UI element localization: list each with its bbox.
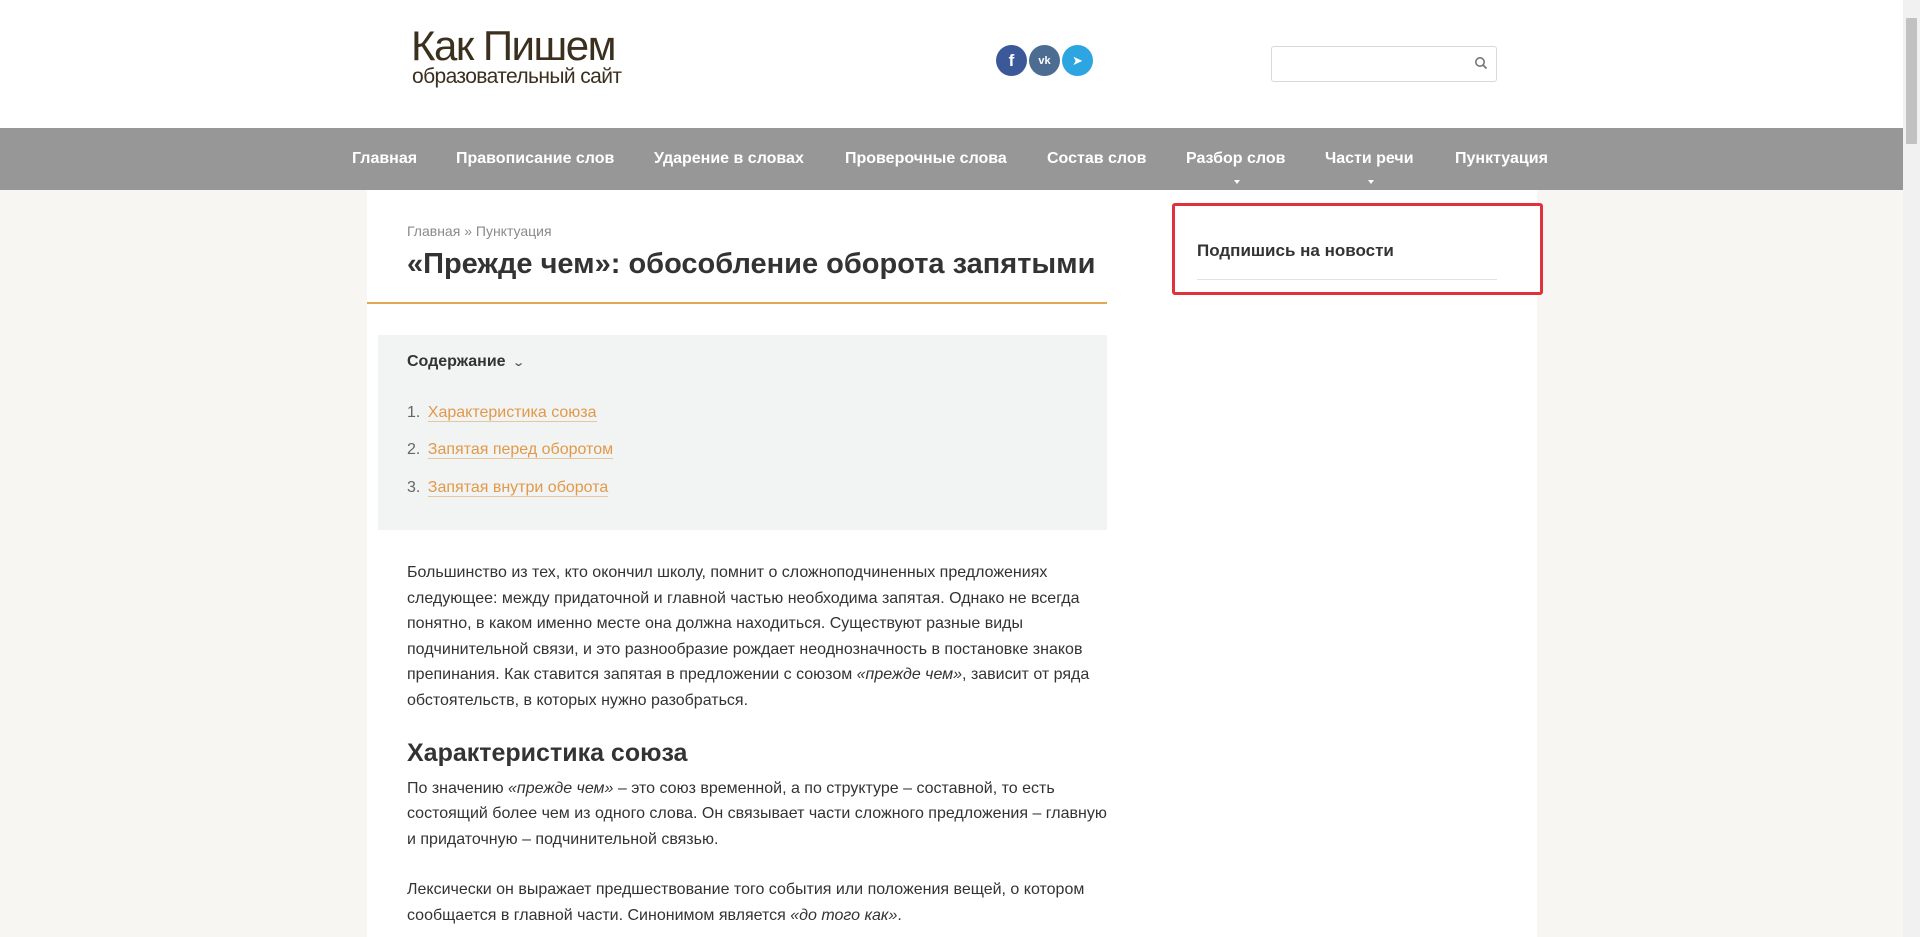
search-icon[interactable] — [1474, 56, 1488, 70]
chevron-down-icon: ⌄ — [511, 356, 525, 369]
table-of-contents: Содержание ⌄ 1. Характеристика союза 2. … — [378, 335, 1107, 530]
text-run: Лексически он выражает предшествование т… — [407, 881, 1085, 924]
logo-title: Как Пишем — [411, 22, 616, 69]
search-input[interactable] — [1271, 46, 1497, 82]
intro-paragraph: Большинство из тех, кто окончил школу, п… — [407, 560, 1117, 713]
breadcrumb-current[interactable]: Пунктуация — [476, 223, 552, 239]
social-links: f vk ➤ — [996, 45, 1093, 76]
content-area: Главная » Пунктуация «Прежде чем»: обосо… — [367, 190, 1537, 937]
site-logo[interactable]: Как Пишем образовательный сайт — [411, 22, 622, 88]
text-run: . — [897, 906, 902, 924]
toc-link-characteristic[interactable]: Характеристика союза — [427, 404, 597, 422]
nav-item-check-words[interactable]: Проверочные слова — [845, 150, 1007, 168]
submenu-caret-icon — [1234, 180, 1240, 184]
facebook-icon[interactable]: f — [996, 45, 1027, 76]
section-paragraph: По значению «прежде чем» – это союз врем… — [407, 776, 1117, 853]
scrollbar-thumb[interactable] — [1906, 18, 1917, 144]
emphasis: «до того как» — [790, 906, 898, 924]
toc-item: 3. Запятая внутри оборота — [407, 479, 609, 497]
toc-item: 1. Характеристика союза — [407, 404, 597, 422]
section-paragraph: Лексически он выражает предшествование т… — [407, 877, 1117, 928]
page-title: «Прежде чем»: обособление оборота запяты… — [407, 248, 1096, 280]
emphasis: «прежде чем» — [508, 779, 614, 797]
nav-item-home[interactable]: Главная — [352, 150, 417, 168]
nav-item-parts-of-speech[interactable]: Части речи — [1325, 150, 1414, 168]
text-run: По значению — [407, 779, 509, 797]
breadcrumb: Главная » Пунктуация — [407, 223, 552, 239]
title-divider — [367, 302, 1107, 304]
nav-item-spelling[interactable]: Правописание слов — [456, 150, 614, 168]
toc-item-number: 3. — [407, 479, 421, 496]
nav-item-word-composition[interactable]: Состав слов — [1047, 150, 1147, 168]
logo-subtitle: образовательный сайт — [412, 65, 622, 88]
toc-title: Содержание — [407, 353, 506, 370]
widget-title: Подпишись на новости — [1197, 241, 1394, 260]
main-nav: Главная Правописание слов Ударение в сло… — [0, 128, 1903, 190]
breadcrumb-home[interactable]: Главная — [407, 223, 460, 239]
nav-item-punctuation[interactable]: Пунктуация — [1455, 150, 1548, 168]
toc-item: 2. Запятая перед оборотом — [407, 441, 614, 459]
site-header: Как Пишем образовательный сайт f vk ➤ — [0, 0, 1903, 128]
article-body: Большинство из тех, кто окончил школу, п… — [407, 560, 1117, 928]
vk-icon[interactable]: vk — [1029, 45, 1060, 76]
toc-toggle[interactable]: Содержание ⌄ — [407, 353, 525, 371]
emphasis: «прежде чем» — [856, 666, 963, 683]
toc-item-number: 1. — [407, 404, 421, 421]
submenu-caret-icon — [1368, 180, 1374, 184]
section-heading: Характеристика союза — [407, 739, 688, 767]
nav-item-word-analysis[interactable]: Разбор слов — [1186, 150, 1285, 168]
telegram-icon[interactable]: ➤ — [1062, 45, 1093, 76]
subscribe-widget: Подпишись на новости — [1172, 203, 1543, 295]
toc-item-number: 2. — [407, 441, 421, 458]
breadcrumb-separator: » — [464, 223, 472, 239]
toc-link-comma-inside[interactable]: Запятая внутри оборота — [427, 479, 609, 497]
widget-divider — [1197, 279, 1497, 280]
nav-item-stress[interactable]: Ударение в словах — [654, 150, 804, 168]
toc-link-comma-before[interactable]: Запятая перед оборотом — [427, 441, 614, 459]
